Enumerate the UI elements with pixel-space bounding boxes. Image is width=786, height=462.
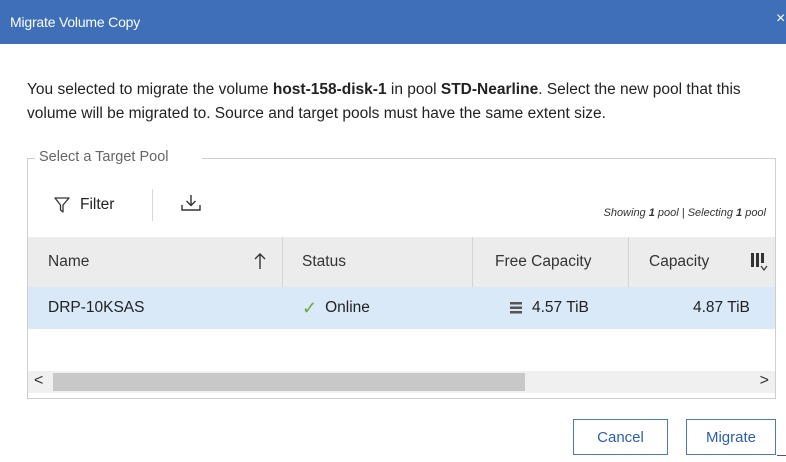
selecting-suffix: pool [742,207,766,219]
filter-button[interactable]: Filter [53,193,114,217]
description-text-2: in pool [386,81,441,98]
description-text-1: You selected to migrate the volume [27,81,273,98]
filter-label: Filter [80,196,115,213]
column-divider [472,237,473,287]
scroll-left-arrow[interactable]: < [34,372,43,390]
dialog-title: Migrate Volume Copy [10,14,141,30]
capacity-bar-icon [510,302,522,314]
download-icon[interactable] [180,193,202,213]
scroll-right-arrow[interactable]: > [760,372,769,390]
checkmark-icon: ✓ [302,297,318,318]
showing-suffix: pool | Selecting [654,207,737,219]
scrollbar-thumb[interactable] [53,373,525,391]
title-bar: Migrate Volume Copy × [0,0,786,44]
columns-icon[interactable] [750,251,768,273]
table-row[interactable]: DRP-10KSAS ✓ Online 4.57 TiB 4.87 TiB [28,287,775,329]
column-header-capacity[interactable]: Capacity [649,237,709,287]
migrate-button[interactable]: Migrate [686,419,776,455]
source-pool-name: STD-Nearline [440,81,539,98]
column-divider [282,237,283,287]
volume-name: host-158-disk-1 [272,81,387,98]
column-header-status[interactable]: Status [302,237,346,287]
table-header: Name Status Free Capacity Capacity [28,237,775,287]
status-text: Online [325,299,370,316]
filter-icon [54,197,70,213]
dialog-description: You selected to migrate the volume host-… [27,78,767,126]
column-header-name[interactable]: Name [48,237,89,287]
free-capacity-value: 4.57 TiB [532,299,589,316]
showing-prefix: Showing [603,207,649,219]
close-icon[interactable]: × [776,10,786,28]
horizontal-scrollbar[interactable]: < > [28,371,775,393]
arrow-up-icon[interactable] [253,251,267,271]
selection-status: Showing 1 pool | Selecting 1 pool [603,207,766,219]
migrate-volume-dialog: Migrate Volume Copy × You selected to mi… [0,0,786,462]
dialog-edge [777,455,786,456]
pool-name-cell: DRP-10KSAS [48,299,145,316]
free-capacity-cell: 4.57 TiB [510,287,589,329]
toolbar-divider [152,189,153,221]
status-cell: ✓ Online [302,287,370,329]
cancel-button[interactable]: Cancel [573,419,668,455]
column-header-free-capacity[interactable]: Free Capacity [495,237,591,287]
capacity-cell: 4.87 TiB [693,299,750,316]
target-pool-legend: Select a Target Pool [37,149,171,165]
column-divider [628,237,629,287]
